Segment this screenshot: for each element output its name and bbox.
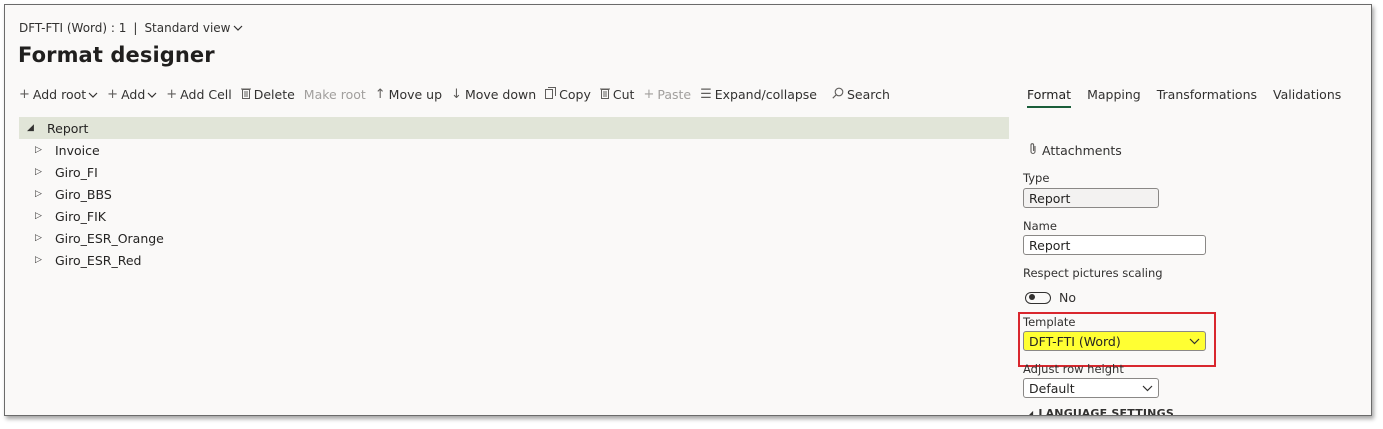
attachments-button[interactable]: Attachments (1029, 142, 1122, 158)
delete-label: Delete (253, 86, 295, 102)
plus-icon: + (643, 86, 655, 102)
collapsed-triangle-icon[interactable]: ▷ (35, 189, 55, 199)
add-root-button[interactable]: + Add root (19, 87, 98, 102)
tab-validations[interactable]: Validations (1273, 87, 1341, 108)
arrow-down-icon: ↓ (451, 86, 462, 102)
chevron-down-icon (1142, 382, 1153, 395)
search-label: Search (847, 86, 890, 102)
cut-label: Cut (612, 86, 635, 102)
tree-node-label: Giro_FI (55, 164, 98, 180)
collapsed-triangle-icon[interactable]: ▷ (35, 211, 55, 221)
row-height-value: Default (1029, 380, 1075, 396)
name-value: Report (1029, 237, 1071, 253)
plus-icon: + (166, 86, 178, 102)
attachments-label: Attachments (1042, 142, 1122, 158)
scaling-toggle[interactable]: No (1025, 290, 1076, 305)
arrow-up-icon: ↑ (374, 86, 386, 102)
make-root-label: Make root (303, 86, 366, 102)
view-label: Standard view (144, 21, 231, 35)
row-height-label: Adjust row height (1023, 362, 1124, 376)
plus-icon: + (107, 86, 119, 102)
tab-mapping[interactable]: Mapping (1087, 87, 1141, 108)
paperclip-icon (1029, 142, 1037, 158)
tree-node-invoice[interactable]: ▷ Invoice (19, 139, 1009, 161)
tree-node-giro-bbs[interactable]: ▷ Giro_BBS (19, 183, 1009, 205)
cut-button[interactable]: Cut (599, 86, 635, 102)
tree-node-label: Giro_ESR_Red (55, 252, 142, 268)
cut-icon (599, 87, 610, 102)
move-down-button[interactable]: ↓ Move down (451, 87, 536, 102)
tree-node-giro-esr-orange[interactable]: ▷ Giro_ESR_Orange (19, 227, 1009, 249)
window-frame: DFT-FTI (Word) : 1 | Standard view Forma… (4, 4, 1372, 416)
scaling-value: No (1059, 290, 1076, 305)
type-label: Type (1023, 171, 1050, 185)
toggle-switch[interactable] (1025, 291, 1051, 304)
collapsed-triangle-icon[interactable]: ▷ (35, 233, 55, 243)
row-height-dropdown[interactable]: Default (1023, 378, 1159, 398)
copy-button[interactable]: Copy (545, 86, 591, 102)
trash-icon (240, 87, 251, 102)
format-tree: ◢ Report ▷ Invoice ▷ Giro_FI ▷ Giro_BBS … (19, 117, 1009, 271)
page-title: Format designer (18, 43, 215, 67)
paste-label: Paste (657, 86, 692, 102)
search-icon (832, 87, 844, 102)
view-selector[interactable]: Standard view (144, 21, 243, 35)
add-button[interactable]: + Add (107, 87, 157, 102)
breadcrumb-separator: | (133, 21, 138, 35)
tree-node-label: Giro_FIK (55, 208, 106, 224)
make-root-button[interactable]: Make root (304, 87, 366, 102)
toggle-knob (1029, 294, 1035, 300)
tab-transformations[interactable]: Transformations (1157, 87, 1257, 108)
language-settings-label: LANGUAGE SETTINGS (1038, 407, 1174, 416)
tree-node-giro-esr-red[interactable]: ▷ Giro_ESR_Red (19, 249, 1009, 271)
collapse-triangle-icon: ◢ (1027, 409, 1034, 416)
add-label: Add (121, 86, 146, 102)
collapsed-triangle-icon[interactable]: ▷ (35, 255, 55, 265)
collapsed-triangle-icon[interactable]: ▷ (35, 145, 55, 155)
chevron-down-icon (1189, 335, 1200, 348)
expand-collapse-button[interactable]: ☰ Expand/collapse (700, 87, 817, 102)
language-settings-header[interactable]: ◢ LANGUAGE SETTINGS (1027, 407, 1174, 416)
breadcrumb: DFT-FTI (Word) : 1 | Standard view (19, 21, 243, 35)
add-root-label: Add root (32, 86, 87, 102)
expanded-triangle-icon[interactable]: ◢ (27, 123, 47, 133)
copy-label: Copy (559, 86, 591, 102)
template-dropdown[interactable]: DFT-FTI (Word) (1023, 331, 1206, 351)
move-up-button[interactable]: ↑ Move up (375, 87, 442, 102)
add-cell-button[interactable]: + Add Cell (166, 87, 231, 102)
type-value: Report (1029, 190, 1071, 206)
type-field: Report (1023, 188, 1159, 208)
list-icon: ☰ (700, 86, 712, 102)
chevron-down-icon (88, 87, 98, 102)
scaling-label: Respect pictures scaling (1023, 266, 1163, 280)
move-down-label: Move down (464, 86, 537, 102)
action-toolbar: + Add root + Add + Add Cell Delete Make … (19, 85, 899, 103)
chevron-down-icon (233, 21, 243, 35)
tab-format[interactable]: Format (1027, 87, 1072, 108)
tree-node-label: Report (47, 120, 89, 136)
search-button[interactable]: Search (832, 87, 890, 102)
tree-node-giro-fik[interactable]: ▷ Giro_FIK (19, 205, 1009, 227)
tree-node-report[interactable]: ◢ Report (19, 117, 1009, 139)
expand-collapse-label: Expand/collapse (714, 86, 817, 102)
tree-node-label: Giro_BBS (55, 186, 112, 202)
plus-icon: + (19, 86, 30, 102)
template-value: DFT-FTI (Word) (1029, 333, 1121, 349)
name-field[interactable]: Report (1023, 235, 1206, 255)
delete-button[interactable]: Delete (240, 86, 295, 102)
add-cell-label: Add Cell (180, 86, 232, 102)
name-label: Name (1023, 219, 1057, 233)
collapsed-triangle-icon[interactable]: ▷ (35, 167, 55, 177)
paste-button[interactable]: + Paste (643, 87, 691, 102)
tree-node-giro-fi[interactable]: ▷ Giro_FI (19, 161, 1009, 183)
details-tabs: Format Mapping Transformations Validatio… (1027, 87, 1357, 108)
breadcrumb-item[interactable]: DFT-FTI (Word) : 1 (19, 21, 126, 35)
chevron-down-icon (147, 87, 157, 102)
tree-node-label: Giro_ESR_Orange (55, 230, 164, 246)
tree-node-label: Invoice (55, 142, 100, 158)
move-up-label: Move up (388, 86, 443, 102)
copy-icon (545, 86, 557, 102)
template-label: Template (1023, 315, 1076, 329)
